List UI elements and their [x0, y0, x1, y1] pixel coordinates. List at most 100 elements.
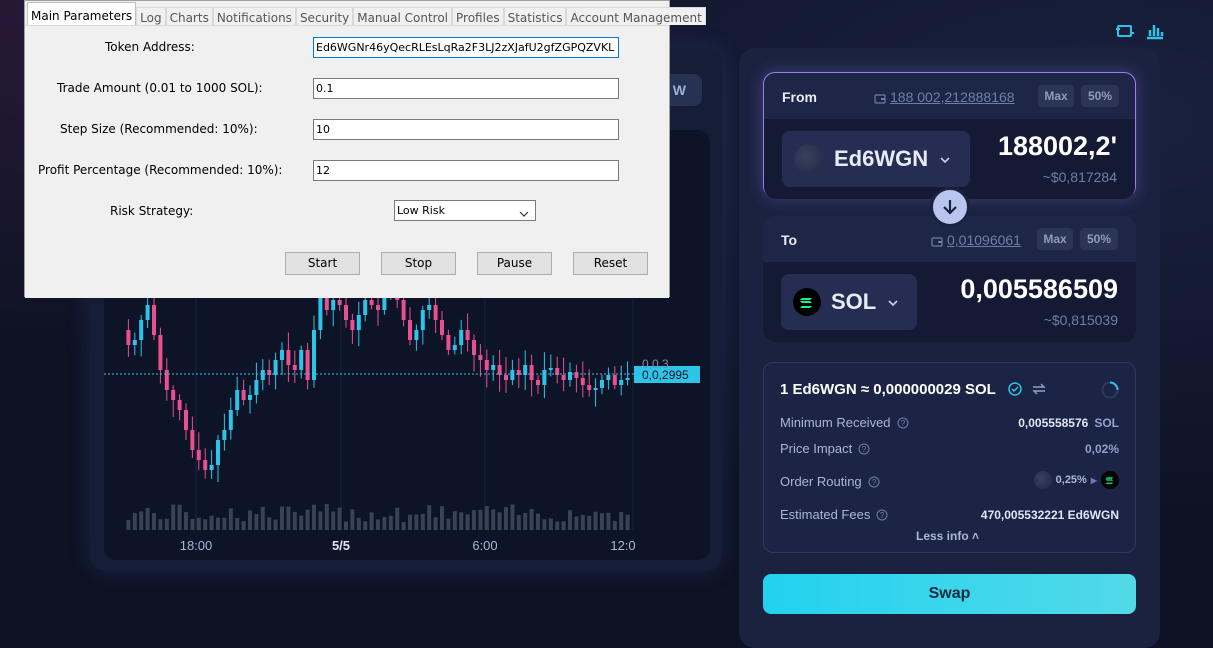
switch-direction-button[interactable]: [930, 187, 970, 227]
trade-amount-label: Trade Amount (0.01 to 1000 SOL):: [57, 81, 263, 95]
exchange-rate-value: 1 Ed6WGN ≈ 0,000000029 SOL: [780, 381, 996, 398]
volume-bar: [612, 520, 617, 530]
candle-body: [222, 430, 227, 440]
volume-bar: [440, 506, 444, 530]
to-token-select[interactable]: SOL: [781, 274, 917, 330]
from-amount-input[interactable]: 188002,2': [998, 131, 1117, 162]
candle-body: [414, 330, 419, 340]
volume-bar: [529, 509, 534, 530]
volume-bar: [548, 518, 553, 530]
candle-body: [452, 345, 457, 350]
volume-bar: [561, 521, 566, 530]
less-info-toggle[interactable]: Less info ˄: [916, 529, 979, 543]
pause-button[interactable]: Pause: [477, 252, 552, 275]
help-icon[interactable]: ?: [897, 417, 909, 429]
from-token-select[interactable]: Ed6WGN: [782, 131, 970, 187]
to-amount-output: 0,005586509: [960, 274, 1118, 304]
volume-bar: [158, 519, 163, 530]
from-balance-value: 188 002,212888168: [890, 89, 1015, 105]
trade-amount-input[interactable]: 0.1: [313, 78, 619, 99]
volume-bar: [241, 521, 246, 530]
candle-body: [184, 410, 188, 430]
volume-bar: [228, 508, 233, 530]
help-icon[interactable]: ?: [868, 476, 880, 488]
swap-settings-icon[interactable]: [1115, 22, 1135, 40]
volume-bar: [248, 510, 252, 530]
help-icon[interactable]: ?: [876, 509, 888, 521]
invert-rate-icon[interactable]: [1032, 383, 1046, 395]
candle-body: [504, 375, 508, 380]
candle-body: [235, 390, 240, 410]
estimated-fees-label: Estimated Fees?: [780, 507, 888, 522]
step-size-input[interactable]: 10: [313, 119, 619, 140]
help-icon[interactable]: ?: [858, 443, 870, 455]
volume-bar: [401, 521, 406, 530]
volume-bar: [504, 507, 508, 530]
volume-bar: [292, 512, 297, 530]
candle-body: [139, 320, 144, 340]
refresh-spinner-icon[interactable]: [1101, 381, 1119, 399]
tab-charts[interactable]: Charts: [165, 7, 213, 25]
candle-body: [510, 370, 515, 380]
volume-bar: [408, 514, 412, 530]
from-max-button[interactable]: Max: [1038, 85, 1074, 107]
volume-bar: [382, 516, 387, 530]
token-address-input[interactable]: Ed6WGNr46yQecRLEsLqRa2F3LJ2zXJafU2gfZGPQ…: [313, 37, 619, 58]
tab-statistics[interactable]: Statistics: [503, 7, 567, 25]
to-max-button[interactable]: Max: [1037, 228, 1073, 250]
candle-body: [171, 390, 176, 400]
volume-bar: [587, 515, 592, 530]
tab-notifications[interactable]: Notifications: [212, 7, 296, 25]
volume-bar: [491, 509, 496, 530]
tab-security[interactable]: Security: [295, 7, 354, 25]
tab-log[interactable]: Log: [136, 7, 166, 25]
swap-button[interactable]: Swap: [763, 574, 1136, 614]
candle-body: [209, 465, 214, 470]
candle-body: [280, 350, 284, 360]
candle-body: [286, 350, 291, 365]
candle-body: [440, 320, 444, 335]
to-balance-value: 0,01096061: [947, 232, 1021, 248]
candle-body: [529, 365, 534, 380]
volume-bar: [203, 519, 208, 530]
volume-bar: [260, 506, 265, 530]
profit-percentage-input[interactable]: 12: [313, 160, 619, 181]
token-logo-icon: [1033, 471, 1052, 489]
x-tick-label: 18:00: [180, 538, 213, 553]
from-balance[interactable]: 188 002,212888168: [874, 89, 1015, 105]
tab-main-parameters[interactable]: Main Parameters: [27, 2, 137, 25]
stop-button[interactable]: Stop: [381, 252, 456, 275]
volume-bar: [446, 518, 451, 530]
tab-profiles[interactable]: Profiles: [452, 7, 504, 25]
from-section: From 188 002,212888168 Max 50% Ed6WGN 18…: [763, 72, 1136, 199]
volume-bar: [555, 521, 560, 530]
svg-text:?: ?: [880, 511, 885, 520]
candle-body: [292, 365, 297, 370]
volume-bar: [510, 504, 515, 530]
volume-bar: [190, 518, 195, 530]
order-routing-label: Order Routing?: [780, 474, 880, 489]
risk-strategy-label: Risk Strategy:: [110, 204, 194, 218]
candle-body: [472, 340, 476, 355]
chart-toggle-icon[interactable]: [1145, 22, 1165, 40]
chevron-down-icon: [940, 150, 950, 168]
volume-bar: [126, 519, 131, 530]
volume-bar: [216, 517, 220, 530]
to-half-button[interactable]: 50%: [1080, 228, 1118, 250]
to-input-area: SOL 0,005586509 ~$0,815039: [763, 262, 1136, 342]
start-button[interactable]: Start: [285, 252, 360, 275]
route-arrow-icon: ▶: [1090, 475, 1097, 485]
to-balance[interactable]: 0,01096061: [931, 232, 1021, 248]
candle-body: [401, 300, 406, 320]
candle-body: [312, 330, 316, 380]
risk-strategy-select[interactable]: Low Risk: [394, 200, 536, 221]
candle-body: [568, 372, 572, 380]
tab-account-management[interactable]: Account Management: [566, 7, 706, 25]
volume-bar: [523, 512, 528, 530]
reset-button[interactable]: Reset: [573, 252, 648, 275]
volume-bar: [184, 512, 188, 530]
candle-body: [600, 380, 604, 388]
from-half-button[interactable]: 50%: [1081, 85, 1119, 107]
tab-manual-control[interactable]: Manual Control: [353, 7, 453, 25]
candle-body: [241, 390, 246, 400]
